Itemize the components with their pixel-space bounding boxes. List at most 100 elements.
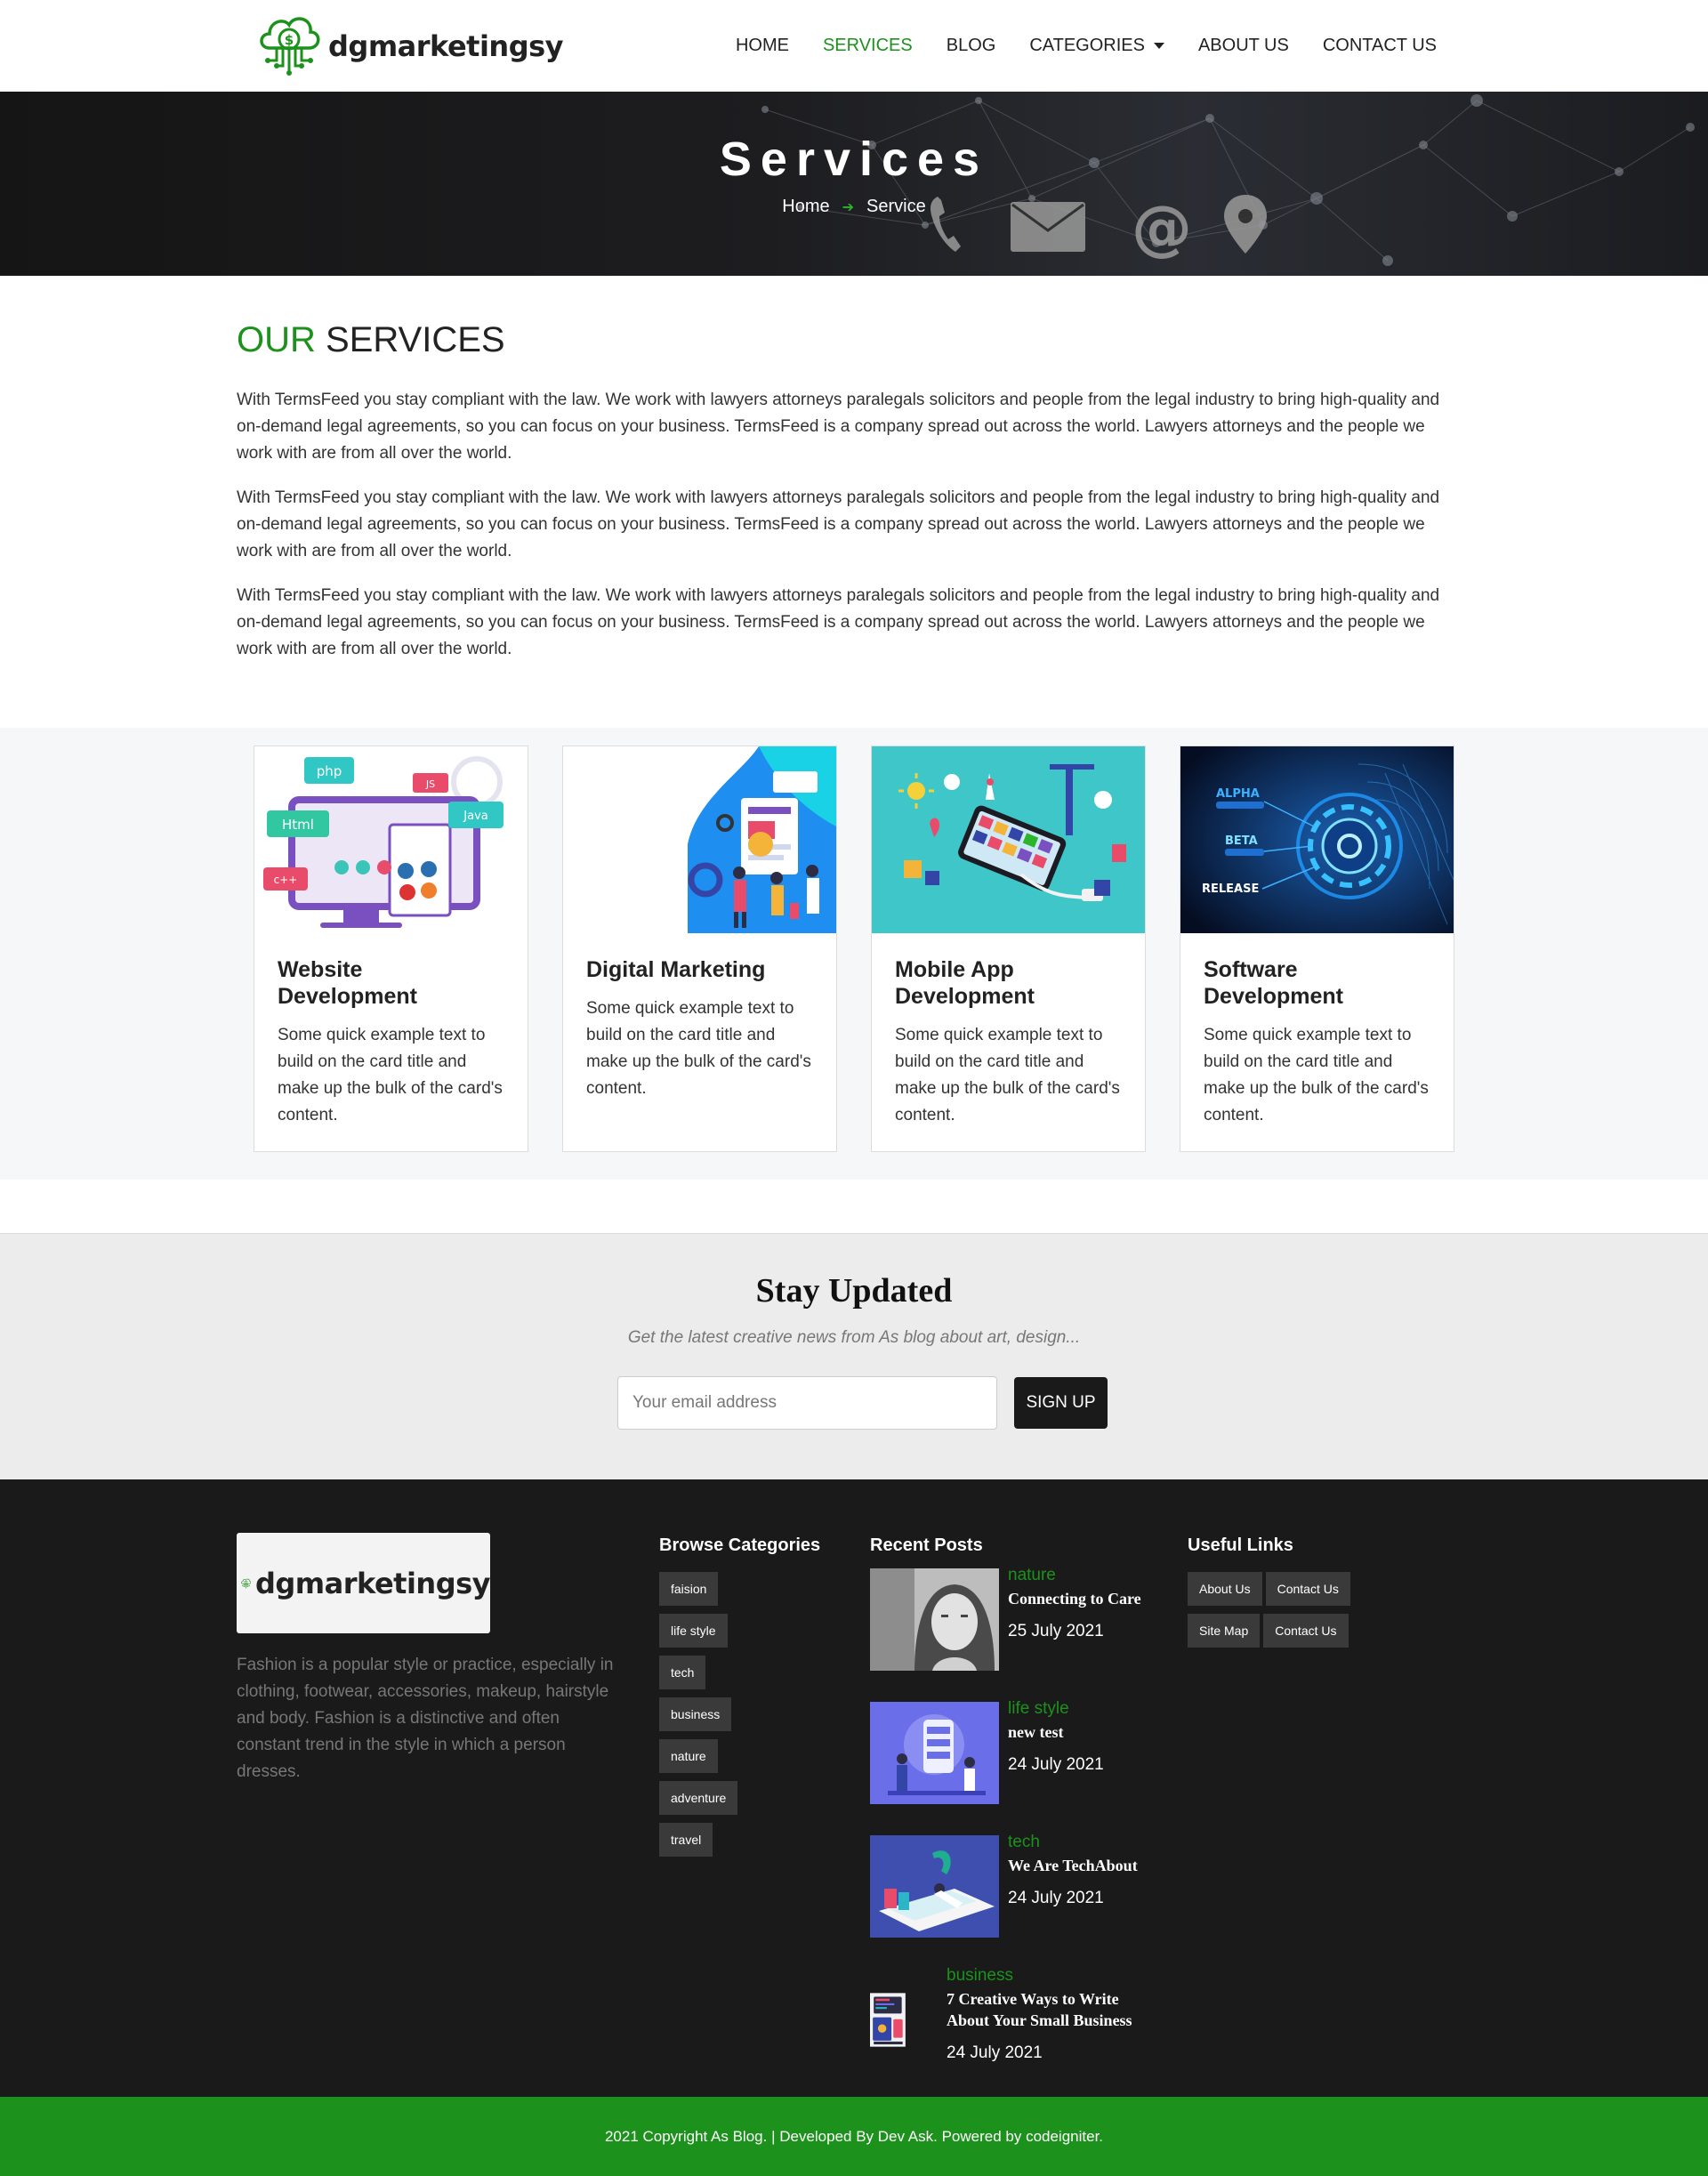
category-tag[interactable]: life style <box>659 1614 728 1648</box>
our-services-section: OUR SERVICES With TermsFeed you stay com… <box>237 320 1446 681</box>
our-services-heading: OUR SERVICES <box>237 320 1446 360</box>
beta-label: BETA <box>1225 834 1258 848</box>
post-title[interactable]: We Are TechAbout <box>1008 1855 1177 1876</box>
card-title: Website Development <box>278 957 417 1009</box>
link-about-us[interactable]: About Us <box>1188 1572 1262 1606</box>
recent-posts-title: Recent Posts <box>870 1535 983 1555</box>
footer-logo-text: dgmarketingsy <box>254 1566 491 1600</box>
software-development-illustration: ALPHA BETA RELEASE <box>1180 746 1454 933</box>
svg-text:$: $ <box>285 32 294 48</box>
nav-home[interactable]: HOME <box>736 36 789 56</box>
copyright-bar: 2021 Copyright As Blog. | Developed By D… <box>0 2097 1708 2176</box>
caret-down-icon <box>1153 43 1164 49</box>
post-date: 24 July 2021 <box>947 2043 1043 2062</box>
mobile-app-illustration <box>872 746 1145 933</box>
category-tag[interactable]: nature <box>659 1739 718 1773</box>
logo-text: dgmarketingsy <box>328 29 564 63</box>
useful-links-title: Useful Links <box>1188 1535 1293 1555</box>
cpp-tag: c++ <box>274 874 298 886</box>
post-meta: nature Connecting to Care 25 July 2021 <box>1008 1565 1177 1671</box>
newsletter-section: Stay Updated Get the latest creative new… <box>0 1233 1708 1479</box>
useful-links: About Us Contact Us Site Map Contact Us <box>1188 1572 1366 1656</box>
heading-rest: SERVICES <box>326 320 505 359</box>
link-site-map[interactable]: Site Map <box>1188 1614 1261 1648</box>
category-tag[interactable]: business <box>659 1697 732 1731</box>
footer: $ dgmarketingsy Fashion is a popular sty… <box>0 1479 1708 2097</box>
post-thumbnail-app <box>870 1702 999 1804</box>
link-contact-us[interactable]: Contact Us <box>1263 1614 1349 1648</box>
post-category[interactable]: business <box>947 1965 1160 1987</box>
post-category[interactable]: nature <box>1008 1565 1177 1586</box>
post-meta: tech We Are TechAbout 24 July 2021 <box>1008 1832 1177 1938</box>
post-title[interactable]: new test <box>1008 1721 1177 1743</box>
post-meta: business 7 Creative Ways to Write About … <box>947 1965 1160 2071</box>
card-body: Digital Marketing Some quick example tex… <box>563 933 836 1125</box>
card-title: Mobile App Development <box>895 957 1035 1009</box>
js-tag: JS <box>425 778 435 790</box>
post-title[interactable]: Connecting to Care <box>1008 1588 1177 1609</box>
nav-categories[interactable]: CATEGORIES <box>1029 36 1164 56</box>
card-body: Website Development Some quick example t… <box>254 933 528 1152</box>
services-paragraph: With TermsFeed you stay compliant with t… <box>237 391 1440 463</box>
recent-post[interactable]: business 7 Creative Ways to Write About … <box>870 1966 1160 2071</box>
breadcrumb-home[interactable]: Home <box>782 197 829 217</box>
category-tag[interactable]: tech <box>659 1656 706 1689</box>
card-title: Digital Marketing <box>586 957 766 982</box>
contact-icons-decoration: @ <box>931 193 1267 263</box>
nav-categories-label: CATEGORIES <box>1029 36 1145 55</box>
post-category[interactable]: life style <box>1008 1698 1177 1720</box>
recent-post[interactable]: nature Connecting to Care 25 July 2021 <box>870 1565 1177 1671</box>
page-banner: Services Home ➔ Service @ <box>0 92 1708 276</box>
card-text: Some quick example text to build on the … <box>278 1026 503 1124</box>
services-paragraph: With TermsFeed you stay compliant with t… <box>237 488 1440 560</box>
services-paragraph: With TermsFeed you stay compliant with t… <box>237 586 1440 658</box>
card-text: Some quick example text to build on the … <box>1204 1026 1429 1124</box>
category-tag[interactable]: adventure <box>659 1781 738 1815</box>
footer-logo[interactable]: $ dgmarketingsy <box>237 1533 491 1633</box>
nav-services[interactable]: SERVICES <box>823 36 913 56</box>
digital-marketing-illustration <box>563 746 836 933</box>
service-card-mobile-app-development[interactable]: Mobile App Development Some quick exampl… <box>871 745 1146 1152</box>
cloud-dollar-logo-icon: $ <box>241 1578 252 1588</box>
service-card-digital-marketing[interactable]: Digital Marketing Some quick example tex… <box>562 745 837 1152</box>
breadcrumb-current: Service <box>866 197 926 216</box>
alpha-label: ALPHA <box>1216 787 1260 801</box>
post-category[interactable]: tech <box>1008 1832 1177 1853</box>
at-sign-icon: @ <box>1132 193 1192 263</box>
post-thumbnail-portrait <box>870 1568 999 1671</box>
site-logo[interactable]: $ dgmarketingsy <box>254 9 564 84</box>
phone-icon <box>931 197 961 252</box>
category-tag[interactable]: faision <box>659 1572 719 1606</box>
main-nav: HOME SERVICES BLOG CATEGORIES ABOUT US C… <box>702 0 1437 92</box>
arrow-right-icon: ➔ <box>842 199 855 215</box>
card-text: Some quick example text to build on the … <box>895 1026 1120 1124</box>
category-tag-list: faision life style tech business nature … <box>659 1572 738 1865</box>
cloud-dollar-logo-icon: $ <box>260 17 320 76</box>
email-input[interactable] <box>617 1376 997 1430</box>
recent-post[interactable]: tech We Are TechAbout 24 July 2021 <box>870 1832 1177 1938</box>
card-body: Software Development Some quick example … <box>1180 933 1454 1152</box>
nav-contact-us[interactable]: CONTACT US <box>1323 36 1437 56</box>
browse-categories-title: Browse Categories <box>659 1535 821 1555</box>
footer-description: Fashion is a popular style or practice, … <box>237 1656 614 1781</box>
nav-blog[interactable]: BLOG <box>947 36 996 56</box>
copyright-text: 2021 Copyright As Blog. | Developed By D… <box>604 2127 1104 2145</box>
nav-about-us[interactable]: ABOUT US <box>1198 36 1289 56</box>
java-tag: Java <box>463 810 487 823</box>
post-thumbnail-business <box>870 1993 906 2047</box>
link-contact-us[interactable]: Contact Us <box>1265 1572 1350 1606</box>
card-text: Some quick example text to build on the … <box>586 999 811 1098</box>
post-thumbnail-tech <box>870 1835 999 1938</box>
newsletter-subtitle: Get the latest creative news from As blo… <box>627 1328 1081 1347</box>
sign-up-button[interactable]: SIGN UP <box>1014 1377 1108 1429</box>
service-card-software-development[interactable]: ALPHA BETA RELEASE Software Development … <box>1180 745 1454 1152</box>
card-title: Software Development <box>1204 957 1343 1009</box>
breadcrumb: Home ➔ Service <box>0 197 1708 217</box>
category-tag[interactable]: travel <box>659 1823 713 1857</box>
recent-post[interactable]: life style new test 24 July 2021 <box>870 1699 1177 1804</box>
service-card-website-development[interactable]: php JS Html Java c++ Website Development… <box>254 745 528 1152</box>
post-date: 25 July 2021 <box>1008 1622 1104 1640</box>
newsletter-title: Stay Updated <box>755 1272 953 1310</box>
post-title[interactable]: 7 Creative Ways to Write About Your Smal… <box>947 1988 1160 2031</box>
post-date: 24 July 2021 <box>1008 1755 1104 1774</box>
